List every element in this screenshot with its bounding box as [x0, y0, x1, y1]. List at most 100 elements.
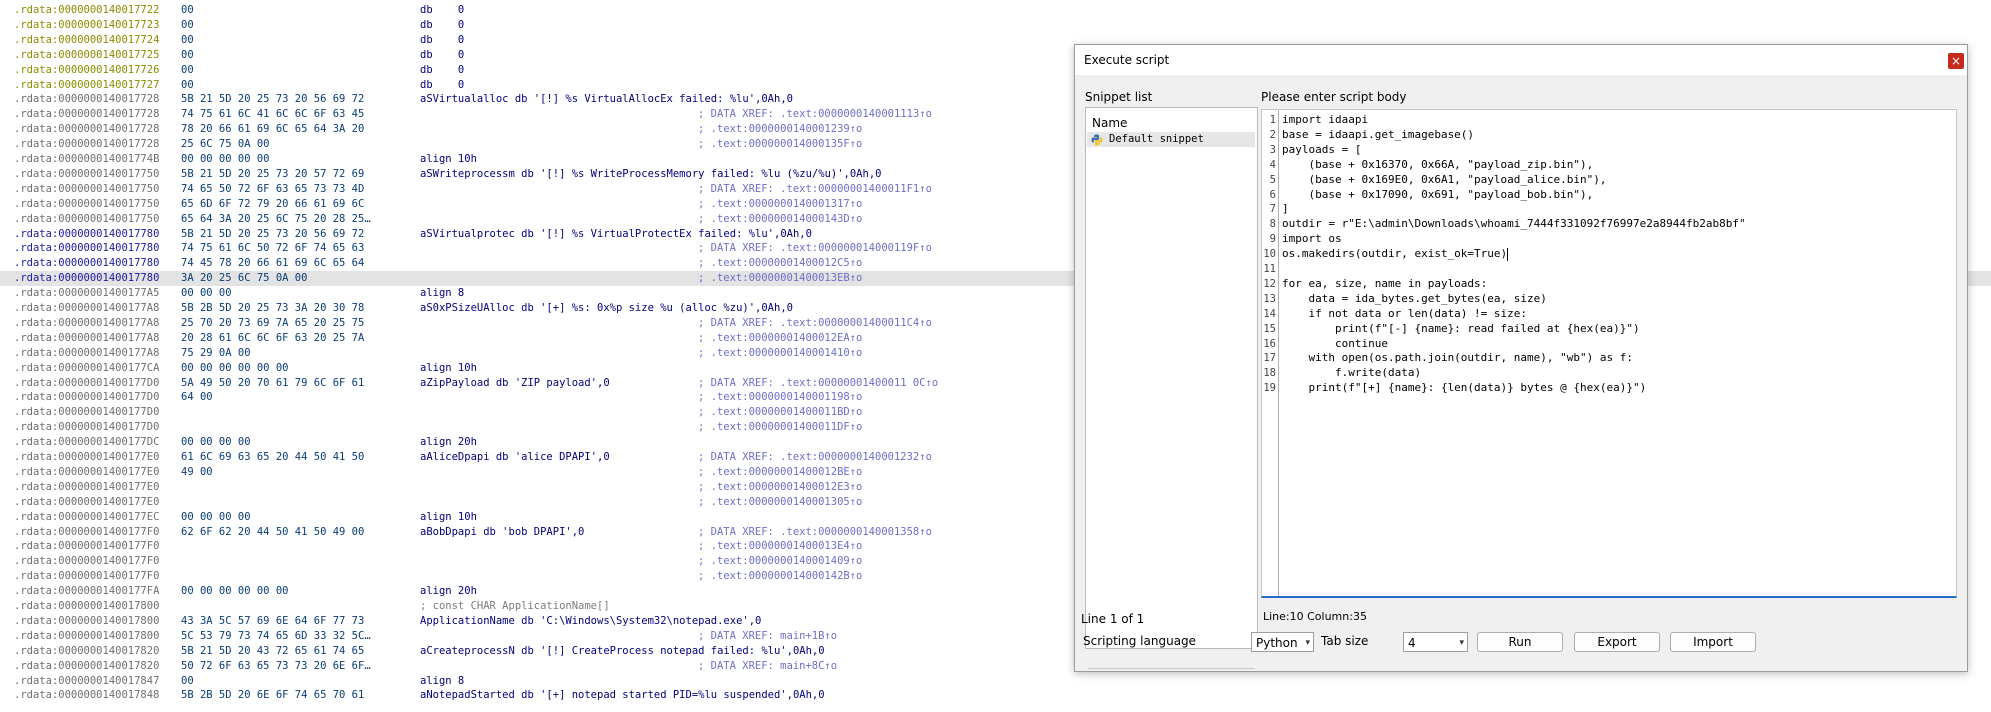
- listing-instruction[interactable]: db 0: [420, 48, 464, 63]
- listing-address[interactable]: .rdata:0000000140017820: [14, 644, 159, 659]
- listing-address[interactable]: .rdata:0000000140017726: [14, 63, 159, 78]
- close-button[interactable]: ×: [1948, 53, 1964, 69]
- listing-xref[interactable]: ; .text:0000000140001198↑o: [698, 390, 862, 405]
- code-line[interactable]: print(f"[-] {name}: read failed at {hex(…: [1282, 322, 1640, 337]
- listing-xref[interactable]: ; .text:0000000140001305↑o: [698, 495, 862, 510]
- listing-xref[interactable]: ; .text:00000001400012E3↑o: [698, 480, 862, 495]
- code-line[interactable]: if not data or len(data) != size:: [1282, 307, 1527, 322]
- listing-address[interactable]: .rdata:00000001400177CA: [14, 361, 159, 376]
- code-line[interactable]: (base + 0x169E0, 0x6A1, "payload_alice.b…: [1282, 173, 1606, 188]
- listing-instruction[interactable]: aSVirtualalloc db '[!] %s VirtualAllocEx…: [420, 92, 793, 107]
- listing-address[interactable]: .rdata:0000000140017848: [14, 688, 159, 703]
- listing-instruction[interactable]: aNotepadStarted db '[+] notepad started …: [420, 688, 825, 703]
- listing-address[interactable]: .rdata:0000000140017780: [14, 256, 159, 271]
- listing-address[interactable]: .rdata:00000001400177DC: [14, 435, 159, 450]
- code-line[interactable]: print(f"[+] {name}: {len(data)} bytes @ …: [1282, 381, 1646, 396]
- listing-address[interactable]: .rdata:00000001400177A8: [14, 346, 159, 361]
- listing-address[interactable]: .rdata:00000001400177F0: [14, 539, 159, 554]
- listing-instruction[interactable]: db 0: [420, 33, 464, 48]
- listing-xref[interactable]: ; .text:00000001400012C5↑o: [698, 256, 862, 271]
- listing-address[interactable]: .rdata:0000000140017750: [14, 197, 159, 212]
- listing-address[interactable]: .rdata:0000000140017800: [14, 629, 159, 644]
- import-button[interactable]: Import: [1670, 632, 1756, 652]
- listing-row[interactable]: .rdata:0000000140017723 00 db 0: [0, 18, 1991, 33]
- code-line[interactable]: data = ida_bytes.get_bytes(ea, size): [1282, 292, 1546, 307]
- listing-address[interactable]: .rdata:00000001400177E0: [14, 450, 159, 465]
- listing-address[interactable]: .rdata:0000000140017724: [14, 33, 159, 48]
- listing-instruction[interactable]: db 0: [420, 3, 464, 18]
- listing-address[interactable]: .rdata:000000014001774B: [14, 152, 159, 167]
- listing-address[interactable]: .rdata:0000000140017750: [14, 212, 159, 227]
- listing-address[interactable]: .rdata:00000001400177A8: [14, 316, 159, 331]
- listing-address[interactable]: .rdata:00000001400177EC: [14, 510, 159, 525]
- listing-xref[interactable]: ; DATA XREF: main+1B↑o: [698, 629, 837, 644]
- listing-address[interactable]: .rdata:00000001400177D0: [14, 420, 159, 435]
- listing-address[interactable]: .rdata:00000001400177A5: [14, 286, 159, 301]
- snippet-list[interactable]: Name Default snippet: [1085, 107, 1258, 669]
- scripting-language-select[interactable]: Python ▾: [1251, 632, 1314, 652]
- code-line[interactable]: f.write(data): [1282, 366, 1421, 381]
- listing-xref[interactable]: ; DATA XREF: .text:00000001400011C4↑o: [698, 316, 932, 331]
- listing-xref[interactable]: ; .text:00000001400012BE↑o: [698, 465, 862, 480]
- listing-xref[interactable]: ; .text:0000000140001317↑o: [698, 197, 862, 212]
- listing-xref[interactable]: ; .text:0000000140001410↑o: [698, 346, 862, 361]
- listing-address[interactable]: .rdata:0000000140017750: [14, 167, 159, 182]
- listing-instruction[interactable]: aBobDpapi db 'bob DPAPI',0: [420, 525, 584, 540]
- listing-instruction[interactable]: db 0: [420, 78, 464, 93]
- run-button[interactable]: Run: [1477, 632, 1563, 652]
- listing-instruction[interactable]: aS0xPSizeUAlloc db '[+] %s: 0x%p size %u…: [420, 301, 793, 316]
- listing-xref[interactable]: ; .text:00000001400012EA↑o: [698, 331, 862, 346]
- listing-address[interactable]: .rdata:00000001400177D0: [14, 390, 159, 405]
- listing-address[interactable]: .rdata:0000000140017728: [14, 137, 159, 152]
- listing-address[interactable]: .rdata:00000001400177A8: [14, 301, 159, 316]
- snippet-item[interactable]: Default snippet: [1087, 132, 1255, 147]
- listing-address[interactable]: .rdata:0000000140017847: [14, 674, 159, 689]
- listing-xref[interactable]: ; .text:00000001400013E4↑o: [698, 539, 862, 554]
- listing-address[interactable]: .rdata:00000001400177E0: [14, 495, 159, 510]
- listing-row[interactable]: .rdata:0000000140017722 00 db 0: [0, 3, 1991, 18]
- listing-instruction[interactable]: ; const CHAR ApplicationName[]: [420, 599, 610, 614]
- listing-address[interactable]: .rdata:0000000140017727: [14, 78, 159, 93]
- code-line[interactable]: (base + 0x17090, 0x691, "payload_bob.bin…: [1282, 188, 1593, 203]
- code-line[interactable]: base = idaapi.get_imagebase(): [1282, 128, 1474, 143]
- listing-address[interactable]: .rdata:0000000140017728: [14, 92, 159, 107]
- code-line[interactable]: continue: [1282, 337, 1388, 352]
- listing-address[interactable]: .rdata:00000001400177E0: [14, 465, 159, 480]
- listing-instruction[interactable]: align 10h: [420, 152, 477, 167]
- listing-instruction[interactable]: aCreateprocessN db '[!] CreateProcess no…: [420, 644, 825, 659]
- listing-address[interactable]: .rdata:0000000140017780: [14, 241, 159, 256]
- listing-xref[interactable]: ; DATA XREF: .text:0000000140001113↑o: [698, 107, 932, 122]
- listing-instruction[interactable]: align 8: [420, 286, 464, 301]
- listing-address[interactable]: .rdata:0000000140017728: [14, 122, 159, 137]
- listing-xref[interactable]: ; .text:00000001400013EB↑o: [698, 271, 862, 286]
- listing-xref[interactable]: ; DATA XREF: .text:000000014000119F↑o: [698, 241, 932, 256]
- listing-address[interactable]: .rdata:00000001400177FA: [14, 584, 159, 599]
- listing-instruction[interactable]: align 8: [420, 674, 464, 689]
- listing-address[interactable]: .rdata:0000000140017800: [14, 614, 159, 629]
- listing-address[interactable]: .rdata:0000000140017728: [14, 107, 159, 122]
- listing-instruction[interactable]: db 0: [420, 63, 464, 78]
- script-editor[interactable]: 1 2 3 4 5 6 7 8 9 10 11 12 13 14 15 16 17 18 19 import ida…: [1261, 109, 1957, 598]
- listing-xref[interactable]: ; .text:000000014000135F↑o: [698, 137, 862, 152]
- listing-address[interactable]: .rdata:00000001400177A8: [14, 331, 159, 346]
- snippet-name-column-header[interactable]: Name: [1092, 116, 1127, 130]
- listing-instruction[interactable]: aSWriteprocessm db '[!] %s WriteProcessM…: [420, 167, 881, 182]
- listing-xref[interactable]: ; .text:00000001400011DF↑o: [698, 420, 862, 435]
- code-line[interactable]: import idaapi: [1282, 113, 1368, 128]
- listing-address[interactable]: .rdata:0000000140017820: [14, 659, 159, 674]
- listing-address[interactable]: .rdata:00000001400177E0: [14, 480, 159, 495]
- listing-xref[interactable]: ; DATA XREF: .text:0000000140001358↑o: [698, 525, 932, 540]
- listing-xref[interactable]: ; DATA XREF: .text:00000001400011F1↑o: [698, 182, 932, 197]
- listing-address[interactable]: .rdata:00000001400177D0: [14, 376, 159, 391]
- code-line[interactable]: payloads = [: [1282, 143, 1361, 158]
- listing-xref[interactable]: ; DATA XREF: main+8C↑o: [698, 659, 837, 674]
- listing-xref[interactable]: ; DATA XREF: .text:00000001400011 0C↑o: [698, 376, 938, 391]
- listing-instruction[interactable]: align 10h: [420, 510, 477, 525]
- code-line[interactable]: outdir = r"E:\admin\Downloads\whoami_744…: [1282, 217, 1746, 232]
- listing-instruction[interactable]: align 10h: [420, 361, 477, 376]
- listing-xref[interactable]: ; DATA XREF: .text:0000000140001232↑o: [698, 450, 932, 465]
- listing-instruction[interactable]: aAliceDpapi db 'alice DPAPI',0: [420, 450, 610, 465]
- listing-address[interactable]: .rdata:0000000140017725: [14, 48, 159, 63]
- listing-instruction[interactable]: db 0: [420, 18, 464, 33]
- listing-row[interactable]: .rdata:0000000140017848 5B 2B 5D 20 6E 6F…: [0, 688, 1991, 703]
